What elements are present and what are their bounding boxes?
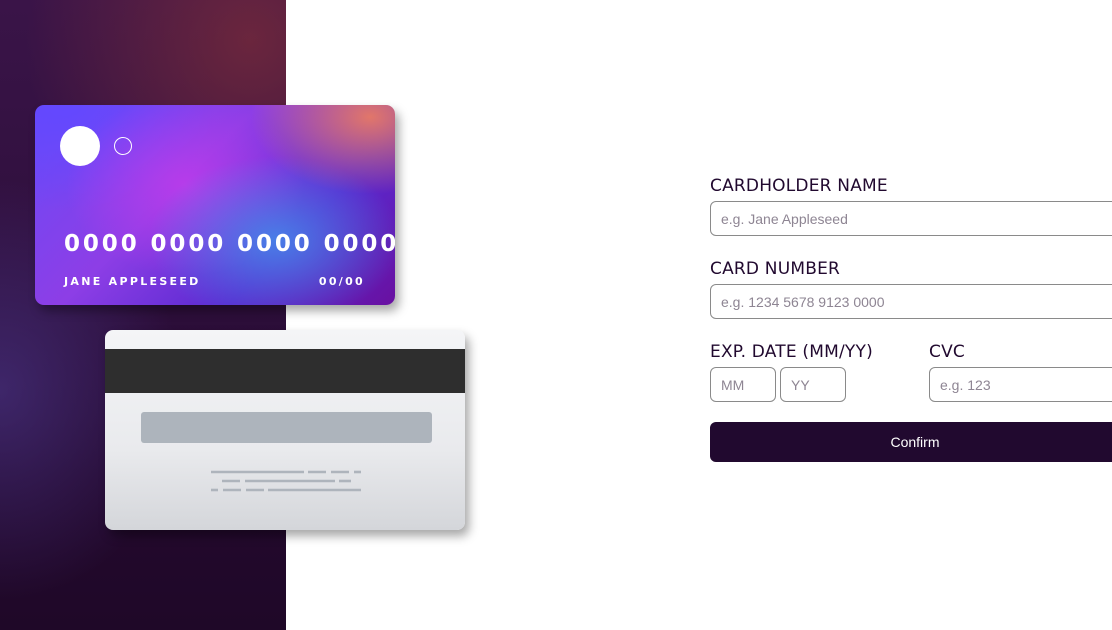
- sidebar-background: [0, 0, 286, 630]
- cvc-label: CVC: [929, 342, 965, 362]
- cardholder-name-input[interactable]: [710, 201, 1112, 236]
- card-front-number: 0000 0000 0000 0000: [64, 231, 395, 257]
- cvc-input[interactable]: [929, 367, 1112, 402]
- cardholder-name-label: CARDHOLDER NAME: [710, 176, 888, 196]
- card-number-input[interactable]: [710, 284, 1112, 319]
- card-logo-filled-circle-icon: [60, 126, 100, 166]
- confirm-button[interactable]: Confirm: [710, 422, 1112, 462]
- card-front-expiry: 00/00: [318, 275, 365, 288]
- signature-box: [141, 412, 432, 443]
- card-logo-outline-circle-icon: [114, 137, 132, 155]
- card-front: 0000 0000 0000 0000 JANE APPLESEED 00/00: [35, 105, 395, 305]
- card-number-label: CARD NUMBER: [710, 259, 841, 279]
- card-front-holder-name: JANE APPLESEED: [64, 275, 201, 288]
- exp-date-label: EXP. DATE (MM/YY): [710, 342, 873, 362]
- exp-year-input[interactable]: [780, 367, 846, 402]
- exp-month-input[interactable]: [710, 367, 776, 402]
- card-back-fine-print: [211, 470, 361, 492]
- card-back: [105, 330, 465, 530]
- magnetic-strip: [105, 349, 465, 393]
